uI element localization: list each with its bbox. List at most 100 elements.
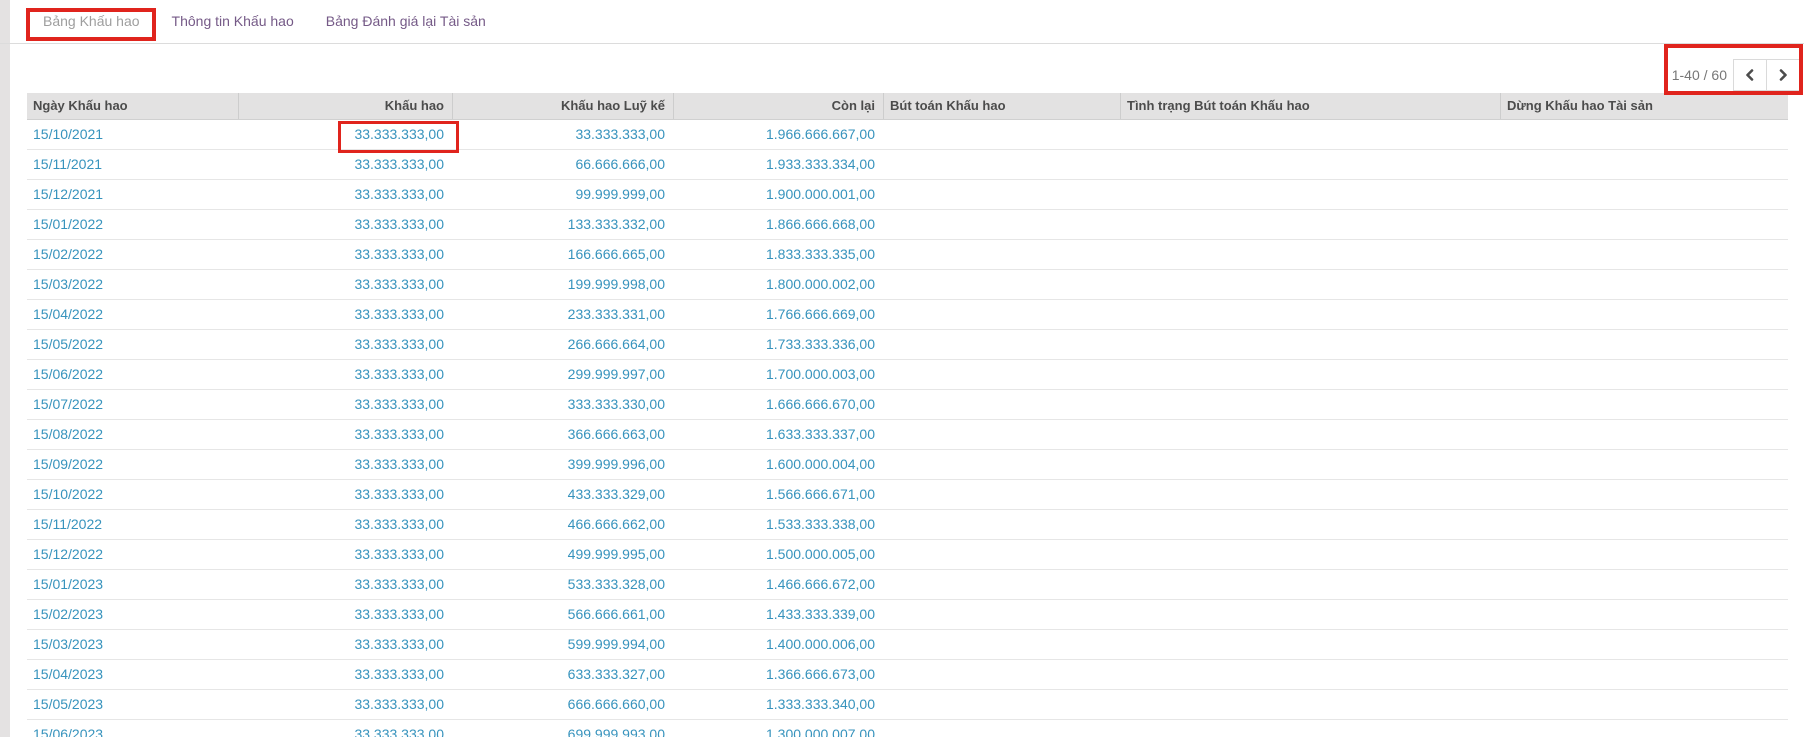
table-header-row: Ngày Khấu hao Khấu hao Khấu hao Luỹ kế C… [27, 93, 1788, 120]
pager-previous-button[interactable] [1733, 59, 1767, 91]
table-cell [1500, 510, 1788, 539]
table-cell [883, 480, 1120, 509]
table-cell [1500, 390, 1788, 419]
table-cell: 33.333.333,00 [238, 360, 452, 389]
table-cell [1120, 720, 1500, 737]
table-cell [1500, 180, 1788, 209]
table-cell: 1.733.333.336,00 [673, 330, 883, 359]
table-row[interactable]: 15/10/202233.333.333,00433.333.329,001.5… [27, 480, 1788, 510]
table-cell: 33.333.333,00 [238, 660, 452, 689]
table-cell [1120, 180, 1500, 209]
table-cell: 33.333.333,00 [238, 210, 452, 239]
tab-label: Thông tin Khấu hao [172, 13, 294, 29]
table-cell: 1.700.000.003,00 [673, 360, 883, 389]
table-row[interactable]: 15/12/202133.333.333,0099.999.999,001.90… [27, 180, 1788, 210]
table-cell [1500, 270, 1788, 299]
table-cell: 166.666.665,00 [452, 240, 673, 269]
table-cell [883, 270, 1120, 299]
table-cell [1120, 390, 1500, 419]
table-cell: 533.333.328,00 [452, 570, 673, 599]
table-row[interactable]: 15/02/202333.333.333,00566.666.661,001.4… [27, 600, 1788, 630]
table-cell [1500, 150, 1788, 179]
table-cell: 33.333.333,00 [238, 330, 452, 359]
table-cell: 499.999.995,00 [452, 540, 673, 569]
table-cell: 1.533.333.338,00 [673, 510, 883, 539]
table-row[interactable]: 15/12/202233.333.333,00499.999.995,001.5… [27, 540, 1788, 570]
table-row[interactable]: 15/06/202233.333.333,00299.999.997,001.7… [27, 360, 1788, 390]
table-row[interactable]: 15/01/202333.333.333,00533.333.328,001.4… [27, 570, 1788, 600]
table-row[interactable]: 15/11/202133.333.333,0066.666.666,001.93… [27, 150, 1788, 180]
table-cell: 699.999.993,00 [452, 720, 673, 737]
table-row[interactable]: 15/06/202333.333.333,00699.999.993,001.3… [27, 720, 1788, 737]
table-cell: 1.766.666.669,00 [673, 300, 883, 329]
tab-bang-danh-gia-lai-tai-san[interactable]: Bảng Đánh giá lại Tài sản [313, 0, 499, 43]
table-cell: 599.999.994,00 [452, 630, 673, 659]
table-cell: 15/03/2023 [27, 630, 238, 659]
table-cell [1120, 570, 1500, 599]
table-cell: 33.333.333,00 [238, 630, 452, 659]
pager-next-button[interactable] [1766, 59, 1800, 91]
column-header-ngay-khau-hao[interactable]: Ngày Khấu hao [27, 93, 238, 119]
table-cell [1120, 480, 1500, 509]
table-cell: 1.400.000.006,00 [673, 630, 883, 659]
tab-thong-tin-khau-hao[interactable]: Thông tin Khấu hao [159, 0, 307, 43]
column-header-tinh-trang-but-toan[interactable]: Tình trạng Bút toán Khấu hao [1120, 93, 1500, 119]
column-header-khau-hao-luy-ke[interactable]: Khấu hao Luỹ kế [452, 93, 673, 119]
table-cell: 33.333.333,00 [452, 120, 673, 149]
table-cell: 566.666.661,00 [452, 600, 673, 629]
table-cell [1500, 480, 1788, 509]
table-row[interactable]: 15/07/202233.333.333,00333.333.330,001.6… [27, 390, 1788, 420]
table-cell [1120, 150, 1500, 179]
table-cell: 33.333.333,00 [238, 450, 452, 479]
table-cell [1500, 420, 1788, 449]
table-cell [883, 660, 1120, 689]
pager-range[interactable]: 1-40 / 60 [1672, 59, 1727, 91]
table-cell: 1.566.666.671,00 [673, 480, 883, 509]
table-cell [1120, 630, 1500, 659]
table-row[interactable]: 15/03/202333.333.333,00599.999.994,001.4… [27, 630, 1788, 660]
table-row[interactable]: 15/10/202133.333.333,0033.333.333,001.96… [27, 120, 1788, 150]
table-row[interactable]: 15/02/202233.333.333,00166.666.665,001.8… [27, 240, 1788, 270]
table-cell: 15/01/2023 [27, 570, 238, 599]
table-row[interactable]: 15/01/202233.333.333,00133.333.332,001.8… [27, 210, 1788, 240]
table-cell [1120, 210, 1500, 239]
table-row[interactable]: 15/08/202233.333.333,00366.666.663,001.6… [27, 420, 1788, 450]
table-row[interactable]: 15/05/202333.333.333,00666.666.660,001.3… [27, 690, 1788, 720]
table-row[interactable]: 15/04/202233.333.333,00233.333.331,001.7… [27, 300, 1788, 330]
table-cell: 366.666.663,00 [452, 420, 673, 449]
table-cell [883, 240, 1120, 269]
table-cell [1500, 570, 1788, 599]
table-cell: 1.966.666.667,00 [673, 120, 883, 149]
table-cell [883, 150, 1120, 179]
table-row[interactable]: 15/04/202333.333.333,00633.333.327,001.3… [27, 660, 1788, 690]
table-row[interactable]: 15/11/202233.333.333,00466.666.662,001.5… [27, 510, 1788, 540]
table-cell: 15/02/2023 [27, 600, 238, 629]
table-cell [883, 450, 1120, 479]
table-cell [1120, 360, 1500, 389]
column-header-dung-khau-hao[interactable]: Dừng Khấu hao Tài sản [1500, 93, 1788, 119]
table-cell: 33.333.333,00 [238, 540, 452, 569]
table-cell: 33.333.333,00 [238, 180, 452, 209]
table-cell: 15/04/2022 [27, 300, 238, 329]
table-cell: 15/04/2023 [27, 660, 238, 689]
table-row[interactable]: 15/03/202233.333.333,00199.999.998,001.8… [27, 270, 1788, 300]
table-cell: 33.333.333,00 [238, 510, 452, 539]
table-cell [883, 390, 1120, 419]
table-cell: 33.333.333,00 [238, 120, 452, 149]
column-header-con-lai[interactable]: Còn lại [673, 93, 883, 119]
column-header-but-toan-khau-hao[interactable]: Bút toán Khấu hao [883, 93, 1120, 119]
table-cell [1120, 240, 1500, 269]
table-cell [1120, 690, 1500, 719]
column-header-khau-hao[interactable]: Khấu hao [238, 93, 452, 119]
table-row[interactable]: 15/09/202233.333.333,00399.999.996,001.6… [27, 450, 1788, 480]
table-cell [1500, 210, 1788, 239]
table-cell [1500, 360, 1788, 389]
table-row[interactable]: 15/05/202233.333.333,00266.666.664,001.7… [27, 330, 1788, 360]
table-cell: 666.666.660,00 [452, 690, 673, 719]
table-cell: 1.433.333.339,00 [673, 600, 883, 629]
table-cell: 99.999.999,00 [452, 180, 673, 209]
table-cell [883, 420, 1120, 449]
tab-bang-khau-hao[interactable]: Bảng Khấu hao [30, 0, 153, 43]
table-cell: 1.466.666.672,00 [673, 570, 883, 599]
table-cell [1500, 720, 1788, 737]
